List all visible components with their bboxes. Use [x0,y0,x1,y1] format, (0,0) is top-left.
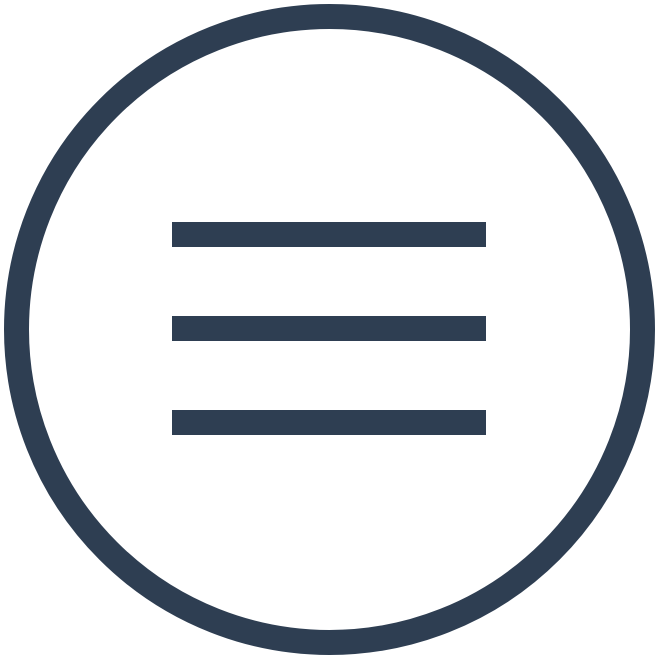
hamburger-menu-icon [4,4,655,655]
menu-line-bottom [172,410,486,435]
menu-button[interactable] [0,0,659,659]
menu-line-middle [172,316,486,341]
menu-line-top [172,222,486,247]
